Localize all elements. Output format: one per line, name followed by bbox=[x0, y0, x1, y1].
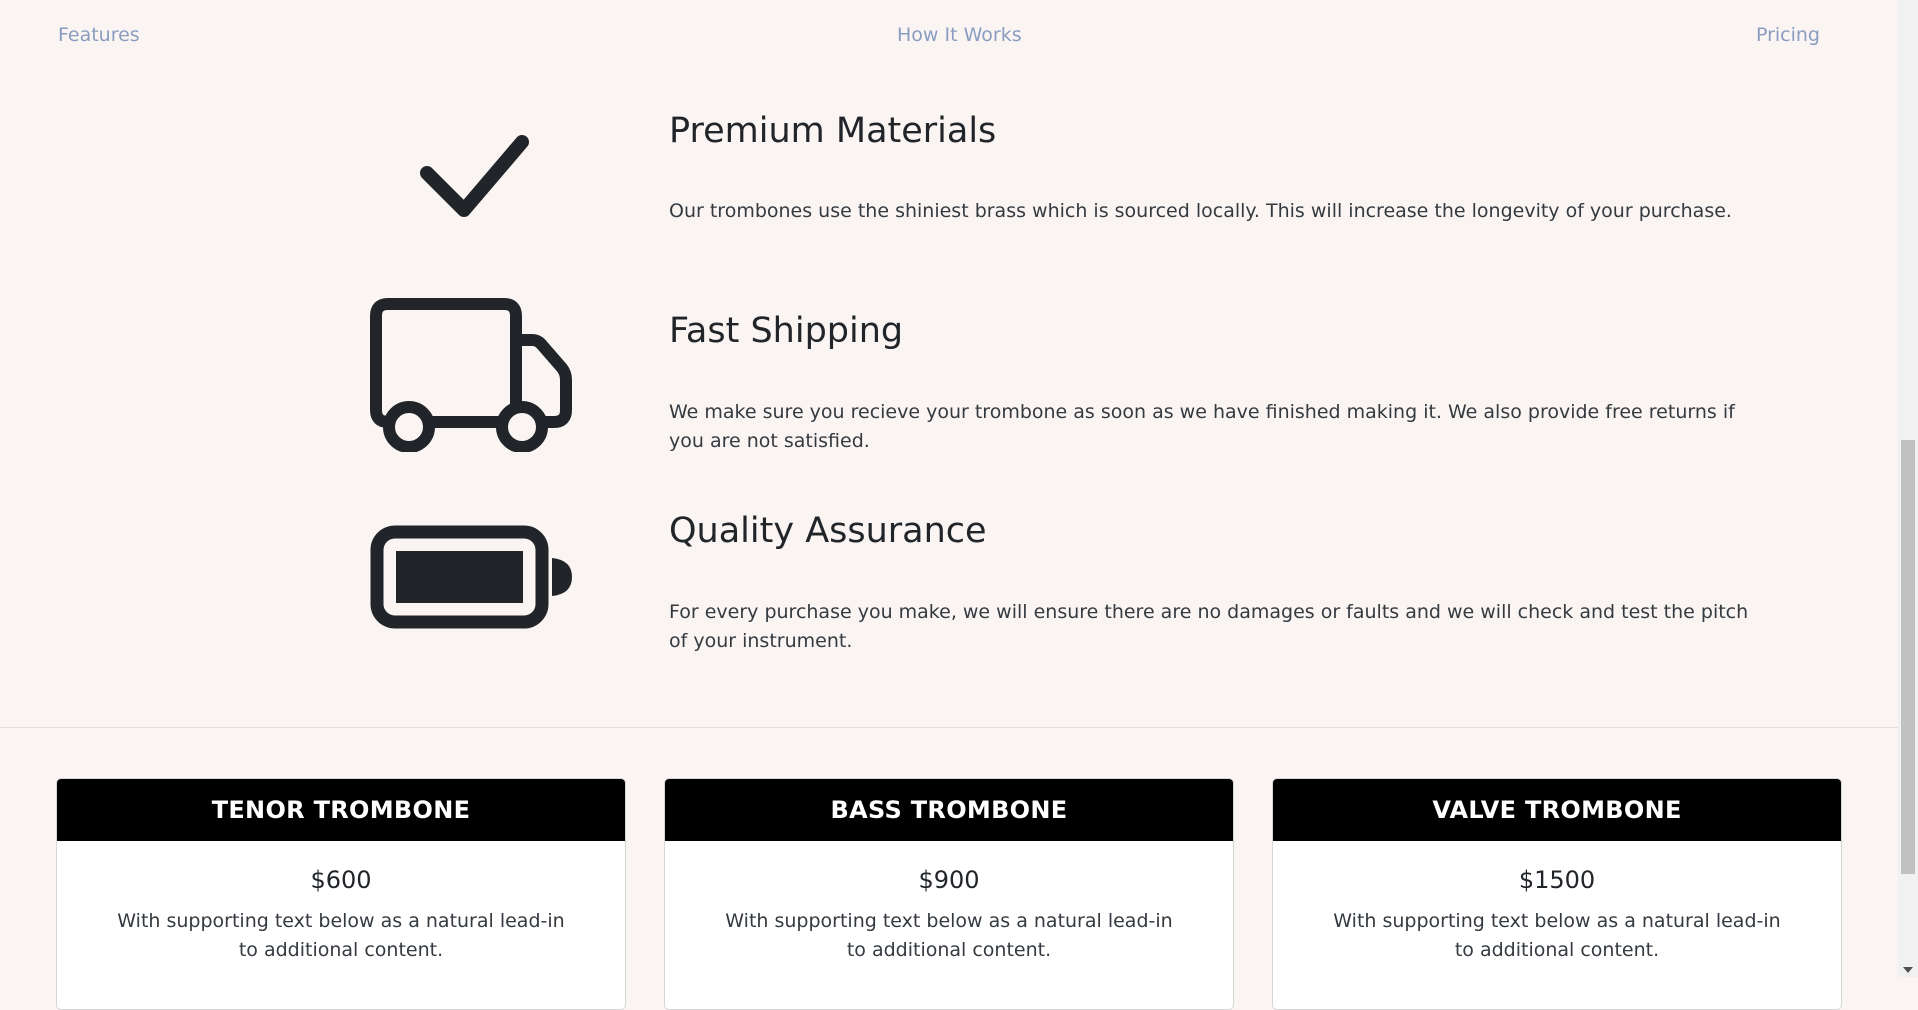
battery-icon bbox=[370, 525, 572, 629]
nav-link-how-it-works[interactable]: How It Works bbox=[897, 24, 1022, 46]
scroll-down-arrow-icon[interactable] bbox=[1903, 967, 1913, 973]
card-header: BASS TROMBONE bbox=[665, 779, 1233, 841]
card-description: With supporting text below as a natural … bbox=[1333, 910, 1781, 961]
card-price: $600 bbox=[310, 866, 372, 894]
scrollbar-thumb[interactable] bbox=[1901, 440, 1915, 874]
nav-link-pricing[interactable]: Pricing bbox=[1756, 24, 1820, 46]
truck-icon bbox=[370, 298, 572, 452]
feature-description: We make sure you recieve your trombone a… bbox=[669, 401, 1735, 452]
feature-title: Premium Materials bbox=[669, 111, 997, 151]
pricing-card-valve: VALVE TROMBONE $1500 With supporting tex… bbox=[1272, 778, 1842, 1010]
card-header: TENOR TROMBONE bbox=[57, 779, 625, 841]
card-description: With supporting text below as a natural … bbox=[117, 910, 565, 961]
feature-title: Fast Shipping bbox=[669, 311, 904, 351]
feature-description: Our trombones use the shiniest brass whi… bbox=[669, 200, 1732, 222]
checkmark-icon bbox=[420, 135, 529, 217]
card-description: With supporting text below as a natural … bbox=[725, 910, 1173, 961]
card-price: $900 bbox=[918, 866, 980, 894]
section-divider bbox=[0, 727, 1898, 728]
pricing-card-tenor: TENOR TROMBONE $600 With supporting text… bbox=[56, 778, 626, 1010]
pricing-card-bass: BASS TROMBONE $900 With supporting text … bbox=[664, 778, 1234, 1010]
top-nav: Features How It Works Pricing bbox=[0, 0, 1898, 72]
nav-link-features[interactable]: Features bbox=[58, 24, 140, 46]
card-header: VALVE TROMBONE bbox=[1273, 779, 1841, 841]
feature-description: For every purchase you make, we will ens… bbox=[669, 601, 1749, 652]
feature-title: Quality Assurance bbox=[669, 511, 987, 551]
vertical-scrollbar[interactable] bbox=[1898, 0, 1918, 977]
card-price: $1500 bbox=[1518, 866, 1596, 894]
